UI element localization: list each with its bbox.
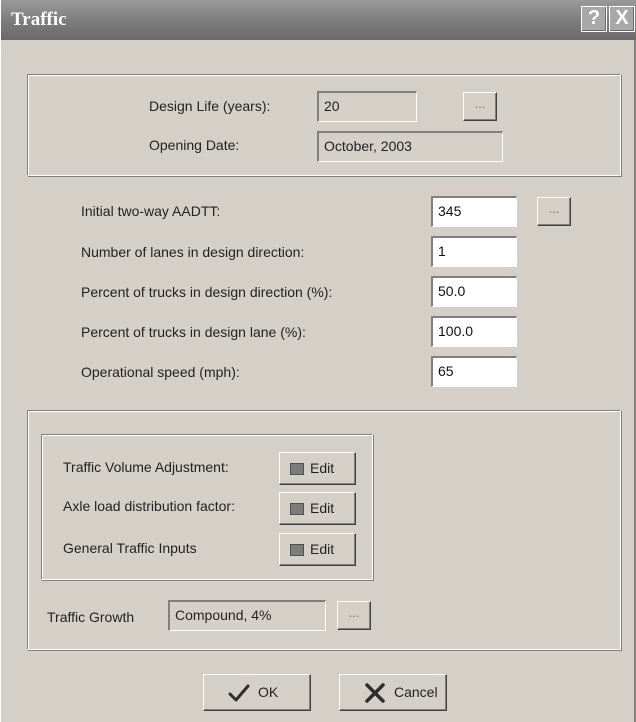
traffic-growth-browse-button[interactable]: ... xyxy=(337,601,371,630)
cancel-label: Cancel xyxy=(394,684,438,700)
color-swatch-icon xyxy=(290,463,304,475)
x-cross-icon xyxy=(365,683,385,703)
cancel-button[interactable]: Cancel xyxy=(339,674,447,711)
edit-button-label: Edit xyxy=(310,541,335,557)
ok-label: OK xyxy=(258,684,279,700)
design-life-field[interactable]: 20 xyxy=(317,91,417,122)
design-life-browse-button[interactable]: ... xyxy=(463,92,497,121)
volume-adjustment-label: Traffic Volume Adjustment: xyxy=(63,459,229,475)
pct-lane-label: Percent of trucks in design lane (%): xyxy=(81,324,306,340)
axle-load-edit-button[interactable]: Edit xyxy=(279,492,356,525)
traffic-dialog: Traffic ? X Design Life (years): 20 ... … xyxy=(0,0,636,722)
ok-button[interactable]: OK xyxy=(203,674,311,711)
aadtt-browse-button[interactable]: ... xyxy=(537,197,571,226)
pct-direction-label: Percent of trucks in design direction (%… xyxy=(81,284,333,300)
edit-button-label: Edit xyxy=(310,460,335,476)
initial-aadtt-label: Initial two-way AADTT: xyxy=(81,203,221,219)
traffic-growth-label: Traffic Growth xyxy=(47,609,135,625)
checkmark-icon xyxy=(228,684,250,702)
opening-date-label: Opening Date: xyxy=(149,137,240,153)
window-title: Traffic xyxy=(11,9,67,30)
color-swatch-icon xyxy=(290,544,304,556)
question-mark-icon: ? xyxy=(587,7,601,29)
lanes-input[interactable]: 1 xyxy=(431,236,517,267)
color-swatch-icon xyxy=(290,503,304,515)
general-traffic-label: General Traffic Inputs xyxy=(63,540,197,556)
help-button[interactable]: ? xyxy=(581,6,607,32)
pct-direction-input[interactable]: 50.0 xyxy=(431,276,517,307)
close-button[interactable]: X xyxy=(609,6,635,32)
edit-button-label: Edit xyxy=(310,500,335,516)
speed-label: Operational speed (mph): xyxy=(81,364,240,380)
speed-input[interactable]: 65 xyxy=(431,356,517,387)
opening-date-field[interactable]: October, 2003 xyxy=(317,131,503,162)
pct-lane-input[interactable]: 100.0 xyxy=(431,316,517,347)
axle-load-label: Axle load distribution factor: xyxy=(63,498,235,514)
lanes-label: Number of lanes in design direction: xyxy=(81,244,305,260)
volume-adjustment-edit-button[interactable]: Edit xyxy=(279,452,356,485)
design-life-label: Design Life (years): xyxy=(149,98,271,114)
general-traffic-edit-button[interactable]: Edit xyxy=(279,533,356,566)
close-icon: X xyxy=(615,7,629,29)
initial-aadtt-input[interactable]: 345 xyxy=(431,196,517,227)
traffic-growth-field[interactable]: Compound, 4% xyxy=(168,600,326,631)
title-bar[interactable]: Traffic ? X xyxy=(1,0,636,40)
